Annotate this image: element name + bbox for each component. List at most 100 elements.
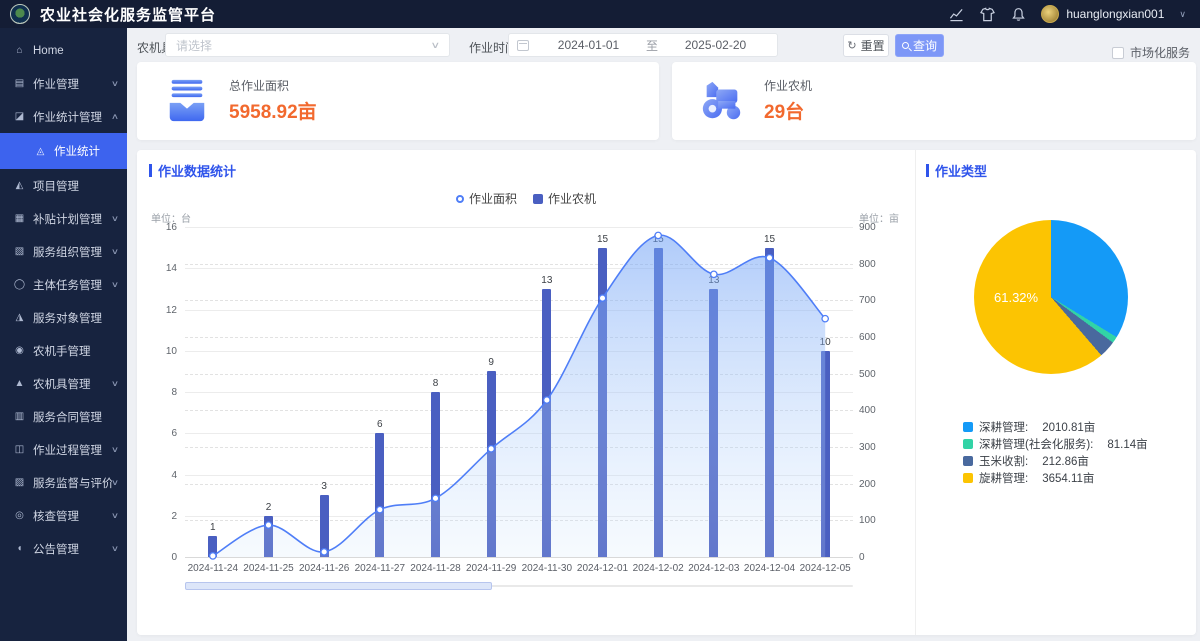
app-logo-icon bbox=[10, 4, 30, 24]
x-axis-label: 2024-12-03 bbox=[688, 563, 739, 574]
org-icon: ▧ bbox=[13, 246, 26, 257]
x-axis-label: 2024-11-24 bbox=[188, 563, 238, 574]
x-axis-label: 2024-11-30 bbox=[522, 563, 572, 574]
x-axis-label: 2024-12-01 bbox=[577, 563, 628, 574]
market-service-checkbox[interactable]: 市场化服务 bbox=[1112, 44, 1190, 61]
chevron-down-icon: ∨ bbox=[111, 445, 119, 454]
date-end-input[interactable]: 2025-02-20 bbox=[662, 38, 769, 52]
chevron-down-icon: ∨ bbox=[111, 379, 119, 388]
pie-legend-item-深耕管理[interactable]: 深耕管理:2010.81亩 bbox=[963, 418, 1148, 435]
sidebar-item-服务对象管理[interactable]: ◮服务对象管理 bbox=[0, 301, 127, 334]
header-actions: huanglongxian001 ∨ bbox=[948, 5, 1186, 23]
y-axis-tick-right: 600 bbox=[859, 332, 897, 343]
line-chart-icon[interactable] bbox=[948, 6, 964, 22]
sidebar-subitem-作业统计[interactable]: ◬作业统计 bbox=[0, 133, 127, 169]
sidebar-item-label: 核查管理 bbox=[33, 508, 112, 524]
line-marker bbox=[210, 553, 216, 559]
sidebar-item-主体任务管理[interactable]: ◯主体任务管理∨ bbox=[0, 268, 127, 301]
machine-select-placeholder: 请选择 bbox=[176, 37, 432, 54]
reset-button[interactable]: ↻ 重置 bbox=[843, 34, 889, 57]
sidebar-item-服务合同管理[interactable]: ▥服务合同管理 bbox=[0, 400, 127, 433]
sidebar-item-农机手管理[interactable]: ◉ 农机手管理 bbox=[0, 334, 127, 367]
y-axis-tick-left: 0 bbox=[145, 552, 177, 563]
line-marker bbox=[822, 315, 828, 321]
y-axis-tick-left: 12 bbox=[145, 305, 177, 316]
date-start-input[interactable]: 2024-01-01 bbox=[535, 38, 642, 52]
data-zoom-handle[interactable] bbox=[185, 582, 492, 590]
y-axis-tick-right: 800 bbox=[859, 259, 897, 270]
sidebar-menu: ⌂Home▤作业管理∨◪作业统计管理∧◬作业统计◭项目管理▦补贴计划管理∨▧服务… bbox=[0, 28, 127, 641]
sidebar-item-农机具管理[interactable]: ▲农机具管理∨ bbox=[0, 367, 127, 400]
pie-legend-item-深耕管理(社会化服务)[interactable]: 深耕管理(社会化服务):81.14亩 bbox=[963, 435, 1148, 452]
user-avatar[interactable] bbox=[1041, 5, 1059, 23]
app-window: { "header": { "title": "农业社会化服务监管平台", "u… bbox=[0, 0, 1200, 641]
stats-icon: ◪ bbox=[13, 111, 26, 122]
sidebar-item-公告管理[interactable]: ◖公告管理∨ bbox=[0, 532, 127, 565]
legend-item-作业面积[interactable]: 作业面积 bbox=[456, 190, 517, 207]
pie-legend-item-旋耕管理[interactable]: 旋耕管理: 3654.11亩 bbox=[963, 469, 1148, 486]
sidebar-item-label: 主体任务管理 bbox=[33, 277, 112, 293]
legend-label: 作业农机 bbox=[548, 190, 596, 207]
line-marker bbox=[544, 397, 550, 403]
query-button[interactable]: 查询 bbox=[895, 34, 944, 57]
sidebar-item-label: 农机手管理 bbox=[33, 343, 118, 359]
sidebar-item-服务监督与评价管理[interactable]: ▨服务监督与评价管理∨ bbox=[0, 466, 127, 499]
calendar-icon bbox=[517, 40, 529, 51]
sidebar-item-核查管理[interactable]: ◎核查管理∨ bbox=[0, 499, 127, 532]
pie-legend-name: 玉米收割: bbox=[979, 453, 1028, 469]
chevron-down-icon: ∨ bbox=[111, 247, 119, 256]
x-axis-label: 2024-12-04 bbox=[744, 563, 795, 574]
subsidy-icon: ▦ bbox=[13, 213, 26, 224]
query-button-label: 查询 bbox=[913, 37, 937, 54]
driver-icon: ◉ bbox=[13, 345, 26, 356]
process-icon: ◫ bbox=[13, 444, 26, 455]
line-marker bbox=[488, 446, 494, 452]
pie-legend-value: 3654.11亩 bbox=[1042, 470, 1094, 486]
sidebar-item-项目管理[interactable]: ◭项目管理 bbox=[0, 169, 127, 202]
pie-slice-label: 61.32% bbox=[994, 290, 1038, 305]
legend-item-作业农机[interactable]: 作业农机 bbox=[533, 190, 596, 207]
area-series bbox=[185, 227, 853, 557]
machine-count-label: 作业农机 bbox=[764, 77, 812, 94]
chevron-down-icon[interactable]: ∨ bbox=[1179, 9, 1186, 20]
x-axis-labels: 2024-11-242024-11-252024-11-262024-11-27… bbox=[185, 563, 853, 577]
date-range-picker[interactable]: 2024-01-01 至 2025-02-20 bbox=[508, 33, 778, 57]
job-stats-icon: ◬ bbox=[34, 146, 47, 157]
sidebar-item-label: 作业统计管理 bbox=[33, 109, 112, 125]
line-marker bbox=[766, 255, 772, 261]
y-axis-tick-right: 300 bbox=[859, 442, 897, 453]
combo-chart-section: 作业数据统计 作业面积作业农机 单位：台 单位：亩 02468101214160… bbox=[137, 150, 915, 635]
bell-icon[interactable] bbox=[1010, 6, 1026, 22]
data-zoom-slider[interactable] bbox=[185, 582, 853, 590]
jobs-icon: ▤ bbox=[13, 78, 26, 89]
sidebar-item-label: 公告管理 bbox=[33, 541, 112, 557]
pie-chart-section: 作业类型 61.32% 深耕管理:2010.81亩深耕管理(社会化服务):81.… bbox=[915, 150, 1196, 635]
y-axis-tick-right: 700 bbox=[859, 295, 897, 306]
machine-select[interactable]: 请选择 ∨ bbox=[165, 33, 450, 57]
sidebar-item-作业管理[interactable]: ▤作业管理∨ bbox=[0, 67, 127, 100]
y-axis-tick-left: 16 bbox=[145, 222, 177, 233]
sidebar-item-服务组织管理[interactable]: ▧服务组织管理∨ bbox=[0, 235, 127, 268]
theme-shirt-icon[interactable] bbox=[979, 6, 995, 22]
app-title: 农业社会化服务监管平台 bbox=[40, 4, 216, 25]
home-icon: ⌂ bbox=[13, 45, 26, 56]
pie-legend-item-玉米收割[interactable]: 玉米收割:212.86亩 bbox=[963, 452, 1148, 469]
pie-legend-name: 旋耕管理: bbox=[979, 470, 1028, 486]
sidebar-item-补贴计划管理[interactable]: ▦补贴计划管理∨ bbox=[0, 202, 127, 235]
checkbox-icon[interactable] bbox=[1112, 47, 1124, 59]
line-marker bbox=[377, 507, 383, 513]
sidebar-item-作业统计管理[interactable]: ◪作业统计管理∧ bbox=[0, 100, 127, 133]
task-icon: ◯ bbox=[13, 279, 26, 290]
y-axis-tick-left: 8 bbox=[145, 387, 177, 398]
y-axis-tick-right: 100 bbox=[859, 515, 897, 526]
gridline bbox=[185, 557, 853, 558]
x-axis-label: 2024-12-02 bbox=[633, 563, 684, 574]
pie-legend-value: 2010.81亩 bbox=[1042, 419, 1095, 435]
x-axis-label: 2024-11-28 bbox=[410, 563, 460, 574]
username[interactable]: huanglongxian001 bbox=[1066, 7, 1164, 21]
refresh-icon: ↻ bbox=[847, 39, 856, 52]
chevron-down-icon: ∨ bbox=[111, 478, 119, 487]
project-icon: ◭ bbox=[13, 180, 26, 191]
sidebar-item-Home[interactable]: ⌂Home bbox=[0, 34, 127, 67]
sidebar-item-作业过程管理[interactable]: ◫作业过程管理∨ bbox=[0, 433, 127, 466]
